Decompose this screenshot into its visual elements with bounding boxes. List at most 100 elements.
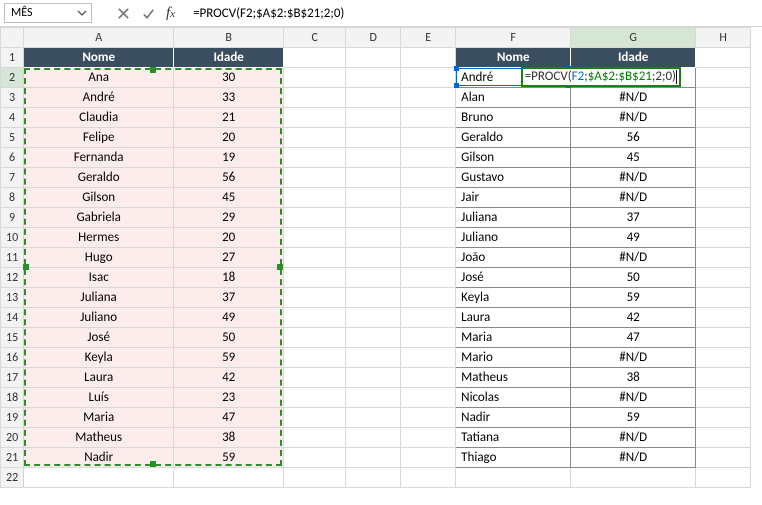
cell-D5[interactable] bbox=[346, 128, 401, 148]
cell-D21[interactable] bbox=[346, 448, 401, 468]
cell-E5[interactable] bbox=[401, 128, 456, 148]
cell-F9[interactable]: Juliana bbox=[456, 208, 571, 228]
row-16[interactable]: 16 bbox=[1, 348, 24, 368]
cell-B15[interactable]: 50 bbox=[174, 328, 284, 348]
row-14[interactable]: 14 bbox=[1, 308, 24, 328]
cell-C11[interactable] bbox=[284, 248, 346, 268]
cell-F5[interactable]: Geraldo bbox=[456, 128, 571, 148]
cell-B1[interactable]: Idade bbox=[174, 48, 284, 68]
cell-B13[interactable]: 37 bbox=[174, 288, 284, 308]
cell-B9[interactable]: 29 bbox=[174, 208, 284, 228]
cell-D22[interactable] bbox=[346, 468, 401, 488]
col-F[interactable]: F bbox=[456, 28, 571, 48]
cell-E14[interactable] bbox=[401, 308, 456, 328]
cell-H5[interactable] bbox=[696, 128, 751, 148]
cell-C20[interactable] bbox=[284, 428, 346, 448]
cell-A14[interactable]: Juliano bbox=[24, 308, 174, 328]
row-5[interactable]: 5 bbox=[1, 128, 24, 148]
fx-icon[interactable]: fx bbox=[166, 5, 175, 22]
cell-H19[interactable] bbox=[696, 408, 751, 428]
cell-B10[interactable]: 20 bbox=[174, 228, 284, 248]
cell-E17[interactable] bbox=[401, 368, 456, 388]
col-E[interactable]: E bbox=[401, 28, 456, 48]
cell-A10[interactable]: Hermes bbox=[24, 228, 174, 248]
cell-D7[interactable] bbox=[346, 168, 401, 188]
cell-F3[interactable]: Alan bbox=[456, 88, 571, 108]
select-all-cell[interactable] bbox=[1, 28, 24, 48]
cell-H13[interactable] bbox=[696, 288, 751, 308]
cell-G3[interactable]: #N/D bbox=[571, 88, 696, 108]
cell-B3[interactable]: 33 bbox=[174, 88, 284, 108]
row-12[interactable]: 12 bbox=[1, 268, 24, 288]
cell-C14[interactable] bbox=[284, 308, 346, 328]
row-15[interactable]: 15 bbox=[1, 328, 24, 348]
row-20[interactable]: 20 bbox=[1, 428, 24, 448]
cell-H10[interactable] bbox=[696, 228, 751, 248]
cell-C8[interactable] bbox=[284, 188, 346, 208]
cell-E3[interactable] bbox=[401, 88, 456, 108]
cell-F18[interactable]: Nicolas bbox=[456, 388, 571, 408]
cell-H6[interactable] bbox=[696, 148, 751, 168]
cell-G15[interactable]: 47 bbox=[571, 328, 696, 348]
row-7[interactable]: 7 bbox=[1, 168, 24, 188]
cell-B11[interactable]: 27 bbox=[174, 248, 284, 268]
cell-D8[interactable] bbox=[346, 188, 401, 208]
cell-B16[interactable]: 59 bbox=[174, 348, 284, 368]
cell-C18[interactable] bbox=[284, 388, 346, 408]
cell-E20[interactable] bbox=[401, 428, 456, 448]
cell-A9[interactable]: Gabriela bbox=[24, 208, 174, 228]
cell-A22[interactable] bbox=[24, 468, 174, 488]
cell-G6[interactable]: 45 bbox=[571, 148, 696, 168]
cell-F7[interactable]: Gustavo bbox=[456, 168, 571, 188]
cell-F19[interactable]: Nadir bbox=[456, 408, 571, 428]
cell-D10[interactable] bbox=[346, 228, 401, 248]
cell-C1[interactable] bbox=[284, 48, 346, 68]
cell-C5[interactable] bbox=[284, 128, 346, 148]
cell-A8[interactable]: Gilson bbox=[24, 188, 174, 208]
cell-G16[interactable]: #N/D bbox=[571, 348, 696, 368]
cell-B2[interactable]: 30 bbox=[174, 68, 284, 88]
cell-G22[interactable] bbox=[571, 468, 696, 488]
cell-B18[interactable]: 23 bbox=[174, 388, 284, 408]
cell-E16[interactable] bbox=[401, 348, 456, 368]
cell-F12[interactable]: José bbox=[456, 268, 571, 288]
cell-F22[interactable] bbox=[456, 468, 571, 488]
cell-H2[interactable] bbox=[696, 68, 751, 88]
cell-B7[interactable]: 56 bbox=[174, 168, 284, 188]
cell-C19[interactable] bbox=[284, 408, 346, 428]
cell-A17[interactable]: Laura bbox=[24, 368, 174, 388]
cell-G19[interactable]: 59 bbox=[571, 408, 696, 428]
cell-H17[interactable] bbox=[696, 368, 751, 388]
cell-G9[interactable]: 37 bbox=[571, 208, 696, 228]
cell-F14[interactable]: Laura bbox=[456, 308, 571, 328]
cell-G20[interactable]: #N/D bbox=[571, 428, 696, 448]
cell-H16[interactable] bbox=[696, 348, 751, 368]
cell-D19[interactable] bbox=[346, 408, 401, 428]
cell-E18[interactable] bbox=[401, 388, 456, 408]
col-G[interactable]: G bbox=[571, 28, 696, 48]
cell-H9[interactable] bbox=[696, 208, 751, 228]
cell-G8[interactable]: #N/D bbox=[571, 188, 696, 208]
cell-E13[interactable] bbox=[401, 288, 456, 308]
cell-D15[interactable] bbox=[346, 328, 401, 348]
cell-D3[interactable] bbox=[346, 88, 401, 108]
cell-G10[interactable]: 49 bbox=[571, 228, 696, 248]
enter-icon[interactable] bbox=[141, 6, 156, 21]
cell-E15[interactable] bbox=[401, 328, 456, 348]
row-13[interactable]: 13 bbox=[1, 288, 24, 308]
cell-H11[interactable] bbox=[696, 248, 751, 268]
row-21[interactable]: 21 bbox=[1, 448, 24, 468]
cell-B4[interactable]: 21 bbox=[174, 108, 284, 128]
cell-D13[interactable] bbox=[346, 288, 401, 308]
cell-F6[interactable]: Gilson bbox=[456, 148, 571, 168]
cell-G12[interactable]: 50 bbox=[571, 268, 696, 288]
cell-D11[interactable] bbox=[346, 248, 401, 268]
cell-C9[interactable] bbox=[284, 208, 346, 228]
cell-D17[interactable] bbox=[346, 368, 401, 388]
cell-E7[interactable] bbox=[401, 168, 456, 188]
cell-D20[interactable] bbox=[346, 428, 401, 448]
cell-D18[interactable] bbox=[346, 388, 401, 408]
cell-F11[interactable]: João bbox=[456, 248, 571, 268]
cell-G21[interactable]: #N/D bbox=[571, 448, 696, 468]
cell-H15[interactable] bbox=[696, 328, 751, 348]
